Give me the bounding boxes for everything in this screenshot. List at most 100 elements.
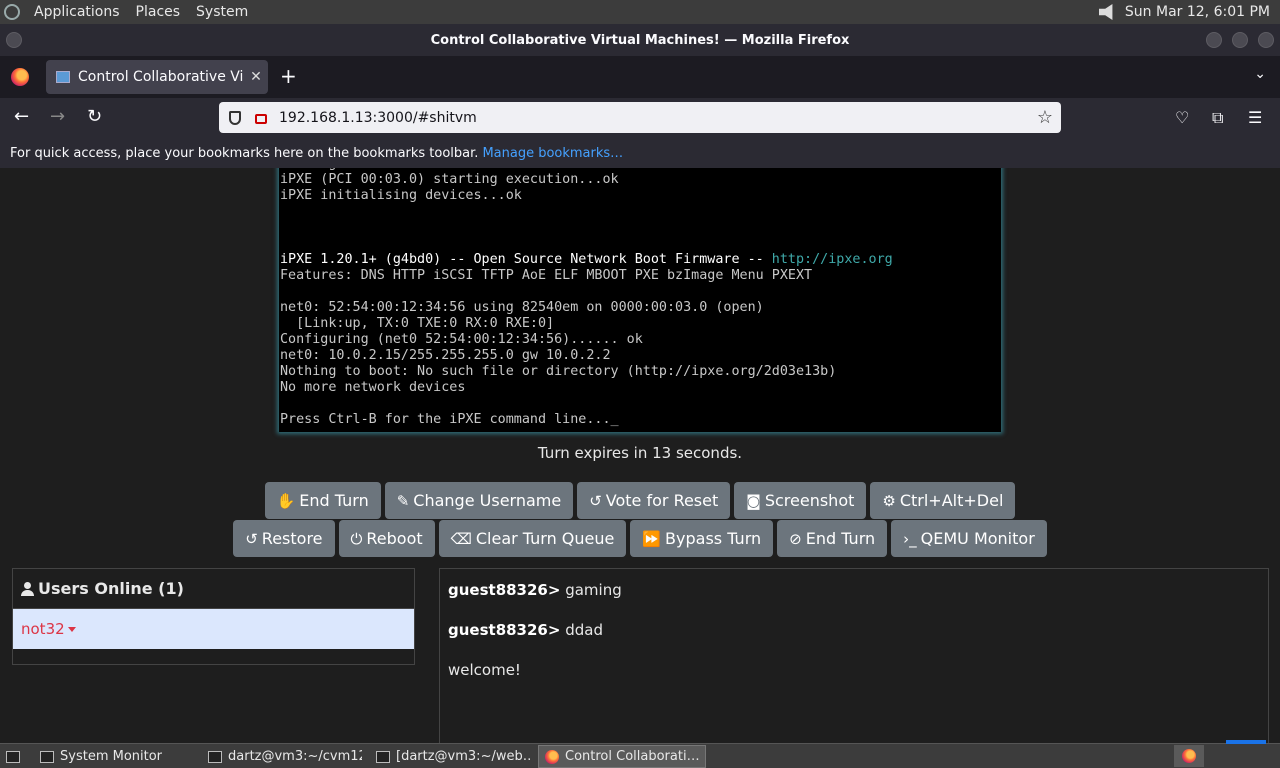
button-label: Restore <box>261 529 323 548</box>
terminal-icon: ›_ <box>903 529 917 548</box>
vote-for-reset-button[interactable]: ↺ Vote for Reset <box>577 482 731 519</box>
bookmarks-toolbar: For quick access, place your bookmarks h… <box>0 138 1280 168</box>
volume-icon[interactable] <box>1098 4 1113 20</box>
chat-message: guest88326> gaming <box>448 581 622 599</box>
users-online-header: Users Online (1) <box>13 569 414 609</box>
navigation-toolbar: ← → ↻ 192.168.1.13:3000/#shitvm ☆ ♡ ⧉ ☰ <box>0 98 1280 138</box>
taskbar-item-system-monitor[interactable]: System Monitor <box>34 745 194 768</box>
extensions-icon[interactable]: ⧉ <box>1212 108 1223 128</box>
reload-button[interactable]: ↻ <box>87 106 102 128</box>
tab-strip: Control Collaborative Virtual Machines! … <box>0 56 1280 98</box>
ctrl-alt-del-button[interactable]: ⚙ Ctrl+Alt+Del <box>870 482 1016 519</box>
rotate-icon: ↺ <box>589 491 602 510</box>
menu-places[interactable]: Places <box>128 4 189 20</box>
button-label: Reboot <box>366 529 423 548</box>
taskbar-label: Control Collaborati… <box>565 749 700 764</box>
clear-turn-queue-button[interactable]: ⌫ Clear Turn Queue <box>438 520 627 557</box>
pocket-icon[interactable]: ♡ <box>1175 108 1189 127</box>
taskbar-label: dartz@vm3:~/cvm12 <box>228 749 362 764</box>
distro-logo-icon[interactable] <box>4 4 20 20</box>
power-icon: ⏻ <box>350 529 363 548</box>
users-online-title: Users Online (1) <box>38 579 184 598</box>
qemu-monitor-button[interactable]: ›_ QEMU Monitor <box>891 520 1047 557</box>
vm-display[interactable]: Booting from ROM... iPXE (PCI 00:03.0) s… <box>279 168 1001 432</box>
user-list-item[interactable]: not32 <box>13 609 414 649</box>
vm-controls-row-2: ↺ Restore ⏻ Reboot ⌫ Clear Turn Queue ⏩ Bypass … <box>0 520 1280 557</box>
vm-console-line: Press Ctrl-B for the iPXE command line..… <box>280 412 619 427</box>
restore-button[interactable]: ↺ Restore <box>233 520 335 557</box>
list-all-tabs-chevron-icon[interactable]: ⌄ <box>1254 66 1266 82</box>
monitor-icon <box>56 71 70 83</box>
screenshot-button[interactable]: ◙ Screenshot <box>734 482 867 519</box>
minimize-button[interactable] <box>1206 32 1222 48</box>
vm-console-line: net0: 52:54:00:12:34:56 using 82540em on… <box>280 300 764 315</box>
bookmark-star-icon[interactable]: ☆ <box>1037 107 1053 128</box>
insecure-lock-icon[interactable] <box>255 114 267 124</box>
button-label: Vote for Reset <box>605 491 719 510</box>
bypass-turn-button[interactable]: ⏩ Bypass Turn <box>630 520 774 557</box>
taskbar-item-terminal-2[interactable]: [dartz@vm3:~/web… <box>370 745 530 768</box>
vm-console-line: Configuring (net0 52:54:00:12:34:56)....… <box>280 332 643 347</box>
button-label: Screenshot <box>764 491 855 510</box>
workspace-indicator[interactable] <box>1226 740 1266 744</box>
gear-icon: ⚙ <box>882 491 896 510</box>
terminal-icon <box>376 750 390 763</box>
change-username-button[interactable]: ✎ Change Username <box>384 482 574 519</box>
taskbar-item-firefox[interactable]: Control Collaborati… <box>538 745 706 768</box>
end-turn-button[interactable]: ✋ End Turn <box>264 482 381 519</box>
system-monitor-icon <box>40 750 54 763</box>
new-tab-button[interactable]: + <box>280 66 297 86</box>
taskbar: System Monitor dartz@vm3:~/cvm12 [dartz@… <box>0 740 1280 768</box>
show-desktop-button[interactable] <box>0 745 30 768</box>
firefox-view-icon[interactable] <box>11 68 29 86</box>
chat-message: guest88326> ddad <box>448 621 603 639</box>
chat-text: gaming <box>560 581 622 599</box>
url-text[interactable]: 192.168.1.13:3000/#shitvm <box>279 110 477 126</box>
rotate-icon: ↺ <box>245 529 258 548</box>
vm-console-line: iPXE 1.20.1+ (g4bd0) -- Open Source Netw… <box>280 252 772 267</box>
tab-cvm[interactable]: Control Collaborative Virtual Machines! … <box>46 60 268 94</box>
ipxe-link: http://ipxe.org <box>771 252 893 267</box>
menu-applications[interactable]: Applications <box>26 4 128 20</box>
url-bar[interactable]: 192.168.1.13:3000/#shitvm ☆ <box>219 102 1061 133</box>
chat-message: welcome! <box>448 661 521 679</box>
ban-icon: ⊘ <box>789 529 802 548</box>
forward-button[interactable]: → <box>50 106 65 128</box>
close-tab-icon[interactable]: ✕ <box>244 69 268 85</box>
vm-console-line: Booting from ROM... <box>280 168 433 171</box>
firefox-icon <box>1182 749 1196 763</box>
tracking-protection-shield-icon[interactable] <box>229 110 241 125</box>
button-label: Clear Turn Queue <box>475 529 615 548</box>
end-turn-button[interactable]: ⊘ End Turn <box>777 520 888 557</box>
vm-console-line: iPXE (PCI 00:03.0) starting execution...… <box>280 172 619 187</box>
window-titlebar: Control Collaborative Virtual Machines! … <box>0 24 1280 56</box>
window-menu-button[interactable] <box>6 32 22 48</box>
close-window-button[interactable] <box>1258 32 1274 48</box>
chat-username: guest88326> <box>448 621 561 639</box>
caret-down-icon[interactable] <box>67 626 76 632</box>
tray-firefox-icon[interactable] <box>1174 745 1204 767</box>
button-label: End Turn <box>299 491 369 510</box>
button-label: Change Username <box>413 491 562 510</box>
menu-system[interactable]: System <box>188 4 256 20</box>
taskbar-item-terminal-1[interactable]: dartz@vm3:~/cvm12 <box>202 745 362 768</box>
clock[interactable]: Sun Mar 12, 6:01 PM <box>1125 4 1270 20</box>
reboot-button[interactable]: ⏻ Reboot <box>338 520 435 557</box>
vm-console-line: Features: DNS HTTP iSCSI TFTP AoE ELF MB… <box>280 268 813 283</box>
chat-text: welcome! <box>448 661 521 679</box>
turn-status: Turn expires in 13 seconds. <box>537 444 743 462</box>
chat-text: ddad <box>560 621 603 639</box>
button-label: QEMU Monitor <box>920 529 1035 548</box>
vm-console-line: Nothing to boot: No such file or directo… <box>280 364 837 379</box>
back-button[interactable]: ← <box>14 106 29 128</box>
vm-controls-row-1: ✋ End Turn ✎ Change Username ↺ Vote for Reset… <box>0 482 1280 519</box>
tab-title: Control Collaborative Virtual Machines! <box>78 69 244 85</box>
manage-bookmarks-link[interactable]: Manage bookmarks… <box>482 146 623 161</box>
forward-icon: ⏩ <box>642 529 662 548</box>
maximize-button[interactable] <box>1232 32 1248 48</box>
vm-console-line: [Link:up, TX:0 TXE:0 RX:0 RXE:0] <box>280 316 555 331</box>
users-online-panel: Users Online (1) not32 <box>12 568 415 665</box>
hamburger-menu-icon[interactable]: ☰ <box>1248 108 1262 127</box>
username[interactable]: not32 <box>21 620 65 638</box>
top-panel: Applications Places System Sun Mar 12, 6… <box>0 0 1280 24</box>
